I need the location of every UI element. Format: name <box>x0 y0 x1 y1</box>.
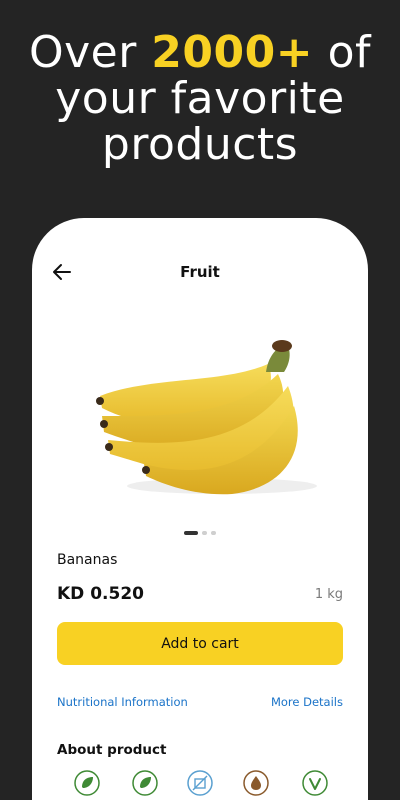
top-app-bar: Fruit <box>32 258 368 290</box>
promo-headline: Over 2000+ of your favorite products <box>0 30 400 168</box>
product-price: KD 0.520 <box>57 584 144 604</box>
headline-highlight: 2000+ <box>151 27 314 78</box>
leaf-icon <box>132 770 158 796</box>
pager-dot-active[interactable] <box>184 531 198 535</box>
vegan-icon <box>302 770 328 796</box>
pager-dot[interactable] <box>211 531 216 535</box>
more-details-link[interactable]: More Details <box>271 695 343 709</box>
product-image[interactable] <box>82 336 322 516</box>
about-product-heading: About product <box>57 742 167 758</box>
headline-line-2: your favorite <box>55 73 345 124</box>
pager-dot[interactable] <box>202 531 207 535</box>
screen-title: Fruit <box>180 263 220 281</box>
headline-line-1: Over 2000+ of <box>28 27 372 78</box>
headline-line-3: products <box>101 119 299 170</box>
product-name: Bananas <box>57 552 118 568</box>
product-unit: 1 kg <box>314 587 343 602</box>
oil-drop-icon <box>243 770 269 796</box>
phone-frame: Fruit Bananas KD 0.520 1 kg Add to cart … <box>32 218 368 800</box>
add-to-cart-button[interactable]: Add to cart <box>57 622 343 665</box>
leaf-icon <box>74 770 100 796</box>
bananas-photo <box>96 340 317 495</box>
nutritional-information-link[interactable]: Nutritional Information <box>57 695 188 709</box>
no-preservatives-icon <box>187 770 213 796</box>
